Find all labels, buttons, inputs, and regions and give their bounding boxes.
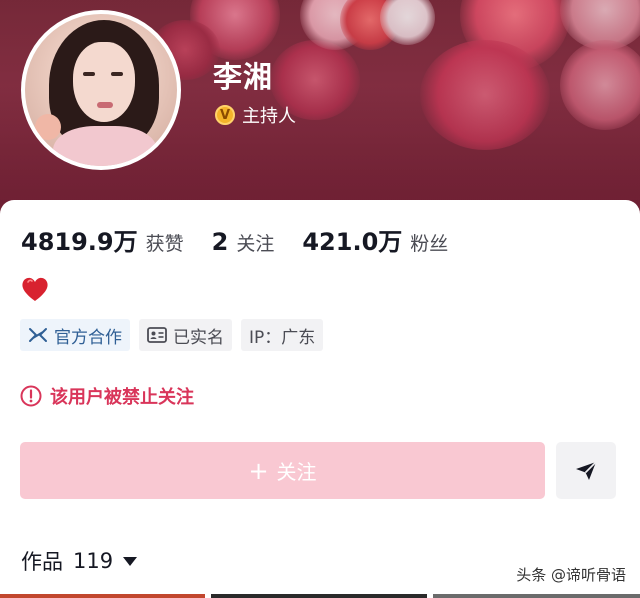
verify-badge[interactable]: V 主持人	[215, 102, 296, 128]
following-label[interactable]: 关注	[236, 229, 274, 256]
plus-icon: +	[248, 456, 269, 485]
works-count: 119	[73, 549, 114, 573]
tag-label: IP：广东	[249, 327, 316, 348]
follow-ban-notice: 该用户被禁止关注	[20, 383, 194, 409]
watermark: 头条 @谛听骨语	[516, 566, 626, 584]
follow-button-label: 关注	[276, 460, 317, 484]
thumbnail[interactable]	[211, 594, 427, 598]
likes-label[interactable]: 获赞	[146, 229, 184, 256]
tag-real-name[interactable]: 已实名	[139, 319, 232, 351]
chevron-down-icon	[123, 556, 138, 566]
following-count[interactable]: 2	[212, 228, 229, 256]
send-message-button[interactable]	[556, 442, 616, 499]
works-label: 作品	[21, 550, 63, 574]
thumbnail[interactable]	[0, 594, 205, 598]
tag-label: 已实名	[173, 327, 224, 348]
warning-circle-icon	[20, 385, 42, 407]
verified-v-icon: V	[215, 105, 235, 125]
heart-icon	[22, 277, 48, 301]
tag-label: 官方合作	[54, 327, 122, 348]
likes-count[interactable]: 4819.9万	[21, 222, 138, 257]
works-tab[interactable]: 作品 119	[21, 546, 138, 576]
follow-button[interactable]: + 关注	[20, 442, 545, 499]
official-partner-icon	[28, 326, 48, 344]
followers-label[interactable]: 粉丝	[410, 229, 448, 256]
tag-row: 官方合作 已实名 IP：广东	[20, 319, 332, 351]
profile-name: 李湘	[213, 60, 274, 94]
tag-ip-location[interactable]: IP：广东	[241, 319, 324, 351]
stats-row: 4819.9万 获赞 2 关注 421.0万 粉丝	[21, 222, 476, 257]
id-card-icon	[147, 327, 167, 343]
tag-official-partner[interactable]: 官方合作	[20, 319, 130, 351]
works-thumbnail-strip	[0, 594, 640, 598]
avatar[interactable]	[21, 10, 181, 170]
thumbnail[interactable]	[433, 594, 640, 598]
followers-count[interactable]: 421.0万	[302, 222, 402, 257]
follow-ban-text: 该用户被禁止关注	[50, 387, 194, 408]
verify-label: 主持人	[242, 106, 296, 127]
send-icon	[576, 460, 597, 480]
profile-card: 4819.9万 获赞 2 关注 421.0万 粉丝 官方合作 已实名 IP：广东…	[0, 200, 640, 598]
